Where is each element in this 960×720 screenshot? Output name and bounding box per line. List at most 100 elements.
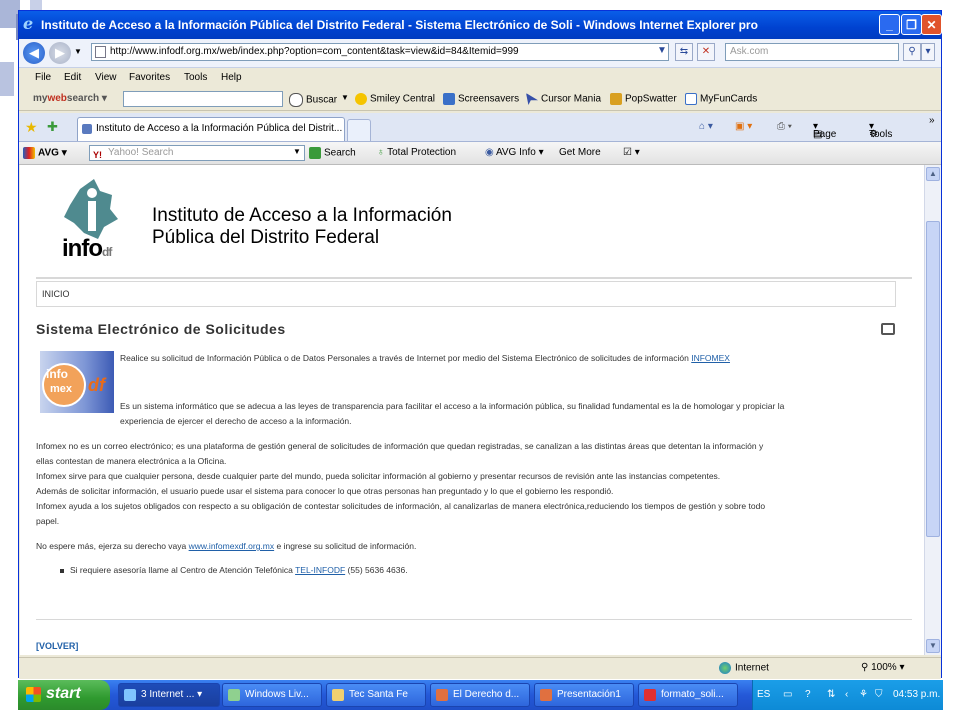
avg-search-button[interactable]: Search — [309, 147, 356, 159]
vertical-scrollbar[interactable]: ▲ ▼ — [924, 165, 941, 655]
mywebsearch-toolbar: mywebsearch ▾ Buscar ▼ Smiley Central Sc… — [19, 88, 941, 111]
menu-edit[interactable]: Edit — [64, 72, 81, 83]
popswatter-link[interactable]: PopSwatter — [610, 93, 677, 105]
taskbar-button-windows-live[interactable]: Windows Liv... — [222, 683, 322, 707]
total-protection-button[interactable]: ♁ Total Protection — [377, 147, 456, 158]
bullet-icon — [60, 568, 64, 573]
smiley-icon — [355, 93, 367, 105]
paragraph-3: Además de solicitar información, el usua… — [36, 486, 614, 496]
shield-icon: ♁ — [377, 147, 388, 158]
language-indicator[interactable]: ES — [757, 689, 770, 700]
ie-icon: e — [23, 14, 34, 33]
avg-extra-icon[interactable]: ☑ ▾ — [623, 147, 640, 158]
minimize-button[interactable]: _ — [879, 14, 900, 35]
yahoo-search-input[interactable]: Y! Yahoo! Search — [89, 145, 305, 161]
close-button[interactable]: ✕ — [921, 14, 942, 35]
avg-info-button[interactable]: ◉ AVG Info ▾ — [485, 147, 544, 158]
print-tool-icon[interactable]: ⎙ ▾ — [777, 121, 792, 132]
menu-favorites[interactable]: Favorites — [129, 72, 170, 83]
search-go-icon — [309, 147, 321, 159]
zoom-control[interactable]: ⚲ 100% ▾ — [861, 662, 905, 673]
get-more-button[interactable]: Get More — [559, 147, 601, 158]
title-bar[interactable]: e Instituto de Acceso a la Información P… — [19, 11, 942, 39]
search-placeholder: Ask.com — [730, 46, 769, 57]
folder-icon — [332, 689, 344, 701]
add-favorites-icon[interactable]: ✚ — [47, 119, 58, 135]
buscar-dropdown-icon[interactable]: ▼ — [341, 93, 349, 102]
paragraph-1-line2: ellas contestan de manera electrónica a … — [36, 456, 227, 466]
back-button[interactable]: ◀ — [23, 42, 45, 64]
infomexdf-link[interactable]: www.infomexdf.org.mx — [189, 541, 275, 551]
browser-window: e Instituto de Acceso a la Información P… — [18, 10, 942, 679]
mywebsearch-logo[interactable]: mywebsearch ▾ — [33, 93, 107, 104]
buscar-button[interactable]: Buscar — [289, 93, 337, 107]
myfuncards-link[interactable]: MyFunCards — [685, 93, 757, 105]
description-line2: experiencia de ejercer el derecho de acc… — [120, 416, 352, 426]
screensavers-link[interactable]: Screensavers — [443, 93, 519, 105]
tray-arrows-icon[interactable]: ⇅ — [827, 689, 835, 700]
help-tray-icon[interactable]: ? — [805, 689, 811, 700]
network-icon[interactable]: ⚘ — [859, 689, 868, 700]
background-decoration — [0, 62, 14, 96]
search-options-icon[interactable]: ▾ — [921, 43, 935, 61]
menu-help[interactable]: Help — [221, 72, 242, 83]
page-menu[interactable]: ▤ Page ▾ — [813, 121, 836, 140]
home-icon[interactable]: ⌂ ▾ — [699, 121, 713, 132]
page-title: Sistema Electrónico de Solicitudes — [36, 321, 286, 337]
keyboard-icon[interactable]: ▭ — [783, 689, 792, 700]
url-input[interactable]: http://www.infodf.org.mx/web/index.php?o… — [91, 43, 669, 61]
mywebsearch-input[interactable] — [123, 91, 283, 107]
tools-menu[interactable]: ⚙ Tools ▾ — [869, 121, 892, 140]
search-dropdown-icon[interactable]: ▼ — [293, 147, 301, 156]
avg-logo[interactable]: AVG ▾ — [23, 147, 67, 159]
new-tab-button[interactable] — [347, 119, 371, 141]
clock[interactable]: 04:53 p.m. — [893, 689, 940, 700]
taskbar: start 3 Internet ... ▾ Windows Liv... Te… — [18, 680, 943, 710]
taskbar-button-formato[interactable]: formato_soli... — [638, 683, 738, 707]
menu-view[interactable]: View — [95, 72, 117, 83]
taskbar-button-el-derecho[interactable]: El Derecho d... — [430, 683, 530, 707]
search-input[interactable]: Ask.com — [725, 43, 899, 61]
search-icon[interactable]: ⚲ — [903, 43, 921, 61]
feeds-icon[interactable]: ▣ ▾ — [735, 121, 752, 132]
more-tools-icon[interactable]: » — [929, 115, 935, 126]
page-icon — [95, 46, 106, 58]
volver-link[interactable]: [VOLVER] — [36, 641, 78, 651]
forward-button[interactable]: ▶ — [49, 42, 71, 64]
start-button[interactable]: start — [18, 680, 110, 710]
menu-file[interactable]: File — [35, 72, 51, 83]
tel-infodf-link[interactable]: TEL-INFODF — [295, 565, 345, 575]
help-bullet: Si requiere asesoría llame al Centro de … — [60, 563, 408, 577]
breadcrumb-inicio[interactable]: INICIO — [42, 289, 70, 299]
cursor-mania-link[interactable]: Cursor Mania — [526, 93, 601, 105]
stop-icon[interactable]: ✕ — [697, 43, 715, 61]
smiley-central-link[interactable]: Smiley Central — [355, 93, 435, 105]
messenger-icon — [228, 689, 240, 701]
maximize-button[interactable]: ❐ — [901, 14, 922, 35]
menu-tools[interactable]: Tools — [184, 72, 207, 83]
url-dropdown-icon[interactable]: ▼ — [653, 43, 671, 61]
taskbar-button-presentacion1[interactable]: Presentación1 — [534, 683, 634, 707]
infomex-logo: info mex df — [40, 351, 114, 413]
infodf-logo-text: infodf — [62, 235, 112, 262]
url-text: http://www.infodf.org.mx/web/index.php?o… — [110, 46, 519, 57]
popswatter-icon — [610, 93, 622, 105]
taskbar-button-internet[interactable]: 3 Internet ... ▾ — [118, 683, 220, 707]
scroll-thumb[interactable] — [926, 221, 940, 537]
globe-icon — [719, 662, 731, 674]
tab-infodf[interactable]: Instituto de Acceso a la Información Púb… — [77, 117, 345, 141]
breadcrumb: INICIO — [36, 281, 896, 307]
monitor-icon — [443, 93, 455, 105]
infomex-link[interactable]: INFOMEX — [691, 353, 730, 363]
shield-tray-icon[interactable]: ⛉ — [875, 689, 883, 700]
scroll-up-icon[interactable]: ▲ — [926, 167, 940, 181]
window-title: Instituto de Acceso a la Información Púb… — [41, 18, 758, 32]
favorites-star-icon[interactable]: ★ — [25, 119, 38, 136]
print-icon[interactable] — [881, 323, 895, 335]
history-dropdown-icon[interactable]: ▼ — [74, 47, 82, 56]
powerpoint-icon — [540, 689, 552, 701]
refresh-icon[interactable]: ⇆ — [675, 43, 693, 61]
tray-expand-icon[interactable]: ‹ — [845, 689, 848, 700]
scroll-down-icon[interactable]: ▼ — [926, 639, 940, 653]
taskbar-button-tec-santa-fe[interactable]: Tec Santa Fe — [326, 683, 426, 707]
